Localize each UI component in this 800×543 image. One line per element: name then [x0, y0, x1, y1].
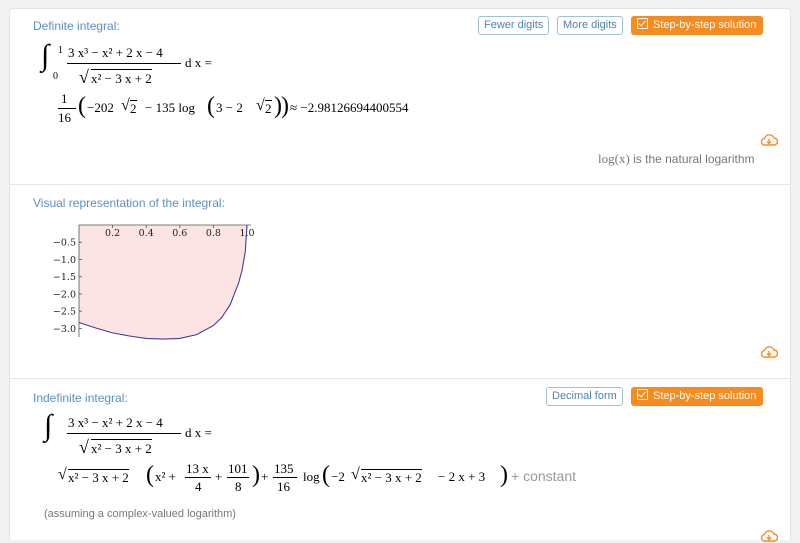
- expr-d: 3 − 2: [216, 100, 243, 115]
- checkbox-icon: [637, 18, 648, 29]
- approx-value: ≈ −2.98126694400554: [290, 100, 409, 115]
- expr-b: 2: [130, 100, 137, 116]
- expr-c: − 135 log: [145, 100, 195, 115]
- upper-limit: 1: [58, 45, 63, 56]
- constant-label: + constant: [511, 468, 576, 484]
- log-b: − 2 x + 3: [438, 469, 486, 484]
- step-by-step-button[interactable]: Step-by-step solution: [631, 387, 764, 406]
- sqrt-sign: √: [256, 97, 265, 114]
- sqrt-sign: √: [79, 67, 89, 87]
- log-right-paren: ): [500, 462, 508, 488]
- decimal-form-button[interactable]: Decimal form: [546, 387, 623, 406]
- assumption-note: (assuming a complex-valued logarithm): [44, 508, 236, 520]
- denominator: x² − 3 x + 2: [91, 439, 152, 456]
- expr-a: −202: [87, 100, 114, 115]
- f2-num: 101: [228, 461, 248, 476]
- definite-result: 1 16 ( −202 √ 2 − 135 log ( 3 − 2 √ 2 ) …: [58, 91, 518, 131]
- cloud-download-icon[interactable]: [760, 345, 778, 359]
- x-tick-label: 0.2: [105, 228, 120, 239]
- lower-limit: 0: [53, 71, 58, 82]
- result-frac-den: 16: [58, 110, 71, 125]
- indefinite-result: √ x² − 3 x + 2 ( x² + 13 x 4 + 101 8 ) +…: [58, 461, 618, 501]
- fewer-digits-button[interactable]: Fewer digits: [478, 16, 550, 35]
- pod-title: Visual representation of the integral:: [33, 196, 225, 210]
- indefinite-integral-pod: Indefinite integral: Decimal form Step-b…: [9, 378, 791, 543]
- log-label: log: [303, 469, 320, 484]
- left-paren: (: [146, 462, 154, 488]
- log-left-paren: (: [322, 462, 330, 488]
- result-sqrt: x² − 3 x + 2: [68, 469, 129, 485]
- log-a: −2: [331, 469, 345, 484]
- plus-sign: +: [261, 469, 269, 484]
- pod-title: Definite integral:: [33, 19, 120, 33]
- natural-log-footnote: log(x) is the natural logarithm: [598, 151, 755, 167]
- f2-den: 8: [235, 479, 242, 494]
- sqrt-sign: √: [79, 437, 89, 457]
- right-paren: ): [252, 462, 260, 488]
- inner-left-paren: (: [207, 93, 215, 119]
- y-tick-label: −0.5: [53, 238, 76, 249]
- f3-num: 135: [274, 461, 294, 476]
- x-tick-label: 0.8: [206, 228, 221, 239]
- f1-num: 13 x: [186, 461, 209, 476]
- denominator: x² − 3 x + 2: [91, 69, 152, 86]
- footnote-text: is the natural logarithm: [629, 152, 755, 166]
- fraction-bar: [58, 108, 76, 109]
- f1-den: 4: [195, 479, 202, 494]
- plus-sign: +: [215, 469, 223, 484]
- integral-sign: ∫: [44, 409, 53, 442]
- integral-sign: ∫: [41, 39, 50, 72]
- fraction-bar: [227, 477, 249, 478]
- integral-plot: 0.2 0.4 0.6 0.8 1.0−0.5−1.0−1.5−2.0−2.5−3.0: [53, 224, 255, 340]
- log-sqrt: x² − 3 x + 2: [361, 469, 422, 485]
- dx-equals: d x =: [185, 55, 212, 70]
- right-paren: ): [281, 93, 289, 119]
- y-tick-label: −2.0: [53, 289, 76, 300]
- fraction-bar: [185, 477, 211, 478]
- fraction-bar: [273, 477, 297, 478]
- sqrt-sign: √: [121, 97, 130, 114]
- numerator: 3 x³ − x² + 2 x − 4: [68, 45, 163, 60]
- step-by-step-label: Step-by-step solution: [653, 390, 757, 402]
- fraction-bar: [67, 63, 181, 64]
- result-frac-num: 1: [61, 91, 68, 106]
- cloud-download-icon[interactable]: [760, 529, 778, 543]
- x-tick-label: 0.6: [172, 228, 187, 239]
- dx-equals: d x =: [185, 425, 212, 440]
- log-function: log(x): [598, 151, 630, 166]
- pod-title: Indefinite integral:: [33, 391, 128, 405]
- checkbox-icon: [637, 389, 648, 400]
- cloud-download-icon[interactable]: [760, 133, 778, 147]
- numerator: 3 x³ − x² + 2 x − 4: [68, 415, 163, 430]
- left-paren: (: [78, 93, 86, 119]
- sqrt-sign: √: [58, 466, 67, 483]
- x-tick-label: 0.4: [139, 228, 154, 239]
- definite-integral-pod: Definite integral: Fewer digits More dig…: [9, 8, 791, 184]
- visual-representation-pod: Visual representation of the integral: 0…: [9, 184, 791, 378]
- y-tick-label: −1.5: [53, 272, 76, 283]
- y-tick-label: −1.0: [53, 255, 76, 266]
- fraction-bar: [67, 433, 181, 434]
- more-digits-button[interactable]: More digits: [557, 16, 623, 35]
- y-tick-label: −3.0: [53, 324, 76, 335]
- step-by-step-button[interactable]: Step-by-step solution: [631, 16, 764, 35]
- y-tick-label: −2.5: [53, 307, 76, 318]
- sqrt-sign: √: [351, 466, 360, 483]
- integral-area: [79, 225, 247, 340]
- expr-e: 2: [265, 100, 272, 116]
- paren-a: x² +: [155, 469, 176, 484]
- step-by-step-label: Step-by-step solution: [653, 19, 757, 31]
- f3-den: 16: [277, 479, 290, 494]
